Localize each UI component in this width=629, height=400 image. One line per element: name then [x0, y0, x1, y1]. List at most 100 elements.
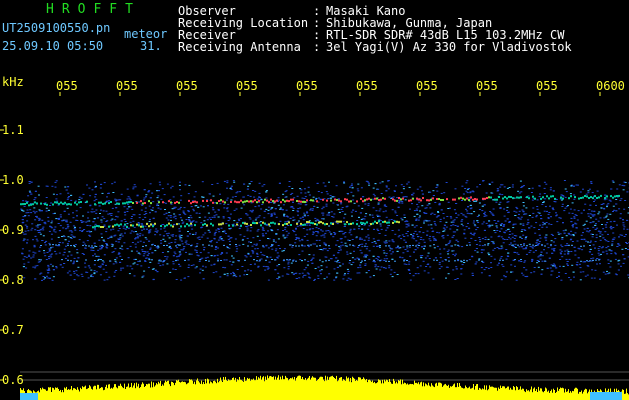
- noise-pixel: [197, 206, 200, 208]
- noise-pixel: [389, 273, 392, 275]
- noise-pixel: [366, 246, 369, 248]
- noise-pixel: [261, 233, 264, 235]
- noise-pixel: [506, 239, 509, 240]
- secondary-trace-pixel: [386, 221, 388, 224]
- faint-trace-pixel: [328, 245, 330, 247]
- noise-pixel: [87, 211, 90, 213]
- noise-pixel: [37, 261, 40, 263]
- noise-pixel: [339, 265, 342, 267]
- secondary-trace-pixel: [118, 224, 120, 227]
- histogram-bar: [290, 378, 291, 400]
- noise-pixel: [622, 262, 625, 264]
- noise-pixel: [38, 219, 41, 221]
- noise-pixel: [312, 257, 315, 259]
- noise-pixel: [577, 257, 580, 259]
- noise-pixel: [158, 190, 160, 192]
- noise-pixel: [252, 251, 255, 253]
- noise-pixel: [262, 235, 265, 237]
- noise-pixel: [52, 276, 55, 278]
- histogram-bar: [233, 377, 234, 400]
- secondary-trace-pixel: [124, 223, 126, 226]
- noise-pixel: [215, 229, 218, 231]
- noise-pixel: [301, 216, 304, 218]
- noise-pixel: [162, 264, 165, 266]
- noise-pixel: [180, 240, 183, 242]
- noise-pixel: [303, 269, 306, 271]
- noise-pixel: [306, 211, 308, 213]
- noise-pixel: [287, 266, 290, 268]
- noise-pixel: [244, 255, 247, 257]
- noise-pixel: [263, 254, 266, 256]
- noise-pixel: [547, 213, 550, 215]
- noise-pixel: [230, 273, 233, 275]
- noise-pixel: [525, 236, 528, 237]
- noise-pixel: [433, 213, 436, 215]
- noise-pixel: [331, 196, 334, 198]
- noise-pixel: [521, 229, 524, 231]
- noise-pixel: [439, 218, 442, 220]
- noise-pixel: [388, 240, 391, 242]
- noise-pixel: [81, 253, 84, 254]
- noise-pixel: [45, 259, 48, 260]
- noise-pixel: [536, 199, 539, 201]
- histogram-bar: [452, 385, 453, 400]
- noise-pixel: [311, 233, 314, 235]
- noise-pixel: [485, 192, 488, 194]
- histogram-bar: [241, 380, 242, 400]
- noise-pixel: [552, 209, 555, 211]
- strong-trace-pixel: [302, 200, 304, 203]
- noise-pixel: [216, 182, 219, 184]
- noise-pixel: [182, 221, 185, 223]
- noise-pixel: [359, 212, 362, 214]
- histogram-bar: [332, 375, 333, 400]
- noise-pixel: [430, 227, 433, 229]
- noise-pixel: [610, 188, 613, 190]
- noise-pixel: [597, 220, 600, 222]
- histogram-bar: [236, 381, 237, 400]
- noise-pixel: [531, 216, 534, 218]
- noise-pixel: [164, 256, 167, 257]
- noise-pixel: [137, 222, 140, 223]
- histogram-bar: [115, 384, 116, 400]
- noise-pixel: [171, 208, 174, 210]
- noise-pixel: [506, 206, 509, 208]
- noise-pixel: [303, 235, 306, 237]
- noise-pixel: [117, 211, 120, 213]
- faint-trace-pixel: [520, 244, 522, 246]
- noise-pixel: [316, 218, 319, 220]
- noise-pixel: [508, 187, 511, 188]
- noise-pixel: [373, 195, 376, 197]
- noise-pixel: [563, 180, 566, 181]
- histogram-bar: [568, 389, 569, 400]
- noise-pixel: [166, 263, 169, 265]
- noise-pixel: [57, 223, 60, 224]
- faint-trace-pixel: [94, 245, 96, 247]
- noise-pixel: [574, 254, 577, 256]
- noise-pixel: [238, 227, 241, 229]
- noise-pixel: [597, 230, 600, 232]
- noise-pixel: [550, 274, 553, 276]
- noise-pixel: [141, 276, 144, 278]
- strong-trace-pixel: [298, 200, 300, 203]
- histogram-bar: [279, 379, 280, 400]
- noise-pixel: [520, 261, 523, 262]
- noise-pixel: [114, 219, 117, 221]
- histogram-bar: [237, 379, 238, 400]
- noise-pixel: [187, 211, 190, 213]
- noise-pixel: [182, 211, 185, 213]
- noise-pixel: [49, 249, 52, 251]
- faint-trace-pixel: [199, 259, 201, 261]
- strong-trace-pixel: [518, 196, 520, 199]
- noise-pixel: [165, 258, 168, 260]
- histogram-bar: [317, 380, 318, 400]
- faint-trace-pixel: [580, 260, 582, 262]
- noise-pixel: [541, 226, 544, 228]
- noise-pixel: [160, 240, 163, 242]
- noise-pixel: [583, 228, 586, 230]
- strong-trace-pixel: [382, 197, 384, 200]
- noise-pixel: [144, 207, 147, 209]
- noise-pixel: [561, 237, 564, 238]
- noise-pixel: [283, 237, 286, 239]
- noise-pixel: [212, 272, 215, 274]
- histogram-bar: [97, 384, 98, 400]
